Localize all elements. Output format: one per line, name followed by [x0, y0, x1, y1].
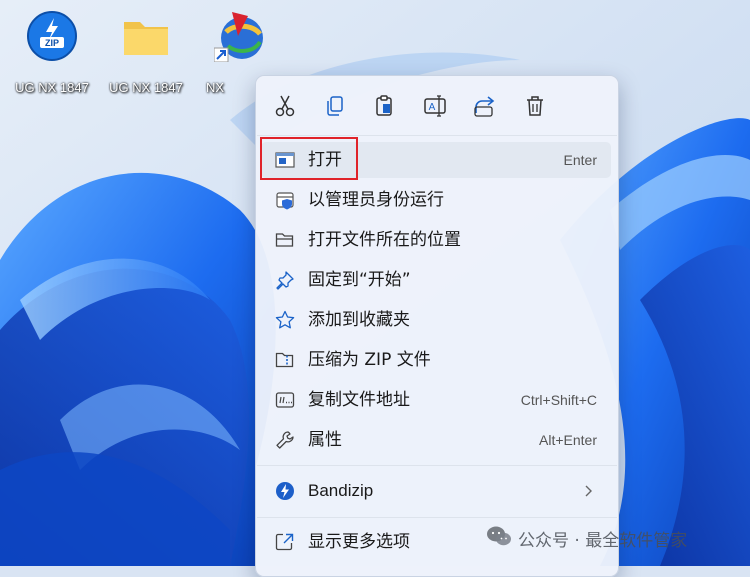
desktop-icon-label: UG NX 1847	[15, 80, 89, 95]
pin-icon	[276, 271, 294, 290]
menu-item-shortcut: Ctrl+Shift+C	[520, 392, 597, 408]
nx-app-shortcut-icon	[214, 12, 263, 62]
desktop-icon-zip[interactable]: ZIP UG NX 1847	[4, 8, 100, 95]
more-options-icon	[275, 533, 294, 551]
chevron-right-icon	[585, 485, 592, 497]
watermark: 公众号 · 最全软件管家	[486, 524, 736, 551]
menu-item-label: 固定到“开始”	[308, 270, 411, 290]
share-icon[interactable]	[472, 93, 498, 119]
menu-separator	[257, 517, 617, 518]
delete-icon[interactable]	[522, 93, 548, 119]
menu-item-label: 添加到收藏夹	[308, 310, 410, 330]
admin-shield-icon	[276, 192, 294, 210]
copy-icon[interactable]	[322, 93, 348, 119]
menu-item-open-file-location[interactable]: 打开文件所在的位置	[261, 222, 611, 258]
context-menu-toolbar: A	[256, 76, 618, 134]
folder-icon	[124, 22, 168, 55]
paste-icon[interactable]	[371, 93, 397, 119]
menu-item-label: 复制文件地址	[308, 390, 410, 410]
menu-item-copy-as-path[interactable]: 复制文件地址 Ctrl+Shift+C	[261, 382, 611, 418]
menu-item-label: 属性	[308, 430, 342, 450]
bandizip-icon	[276, 482, 294, 500]
rename-icon[interactable]: A	[422, 93, 448, 119]
svg-text:ZIP: ZIP	[45, 38, 59, 48]
folder-open-icon	[275, 233, 294, 247]
wrench-icon	[276, 431, 294, 449]
menu-item-compress-zip[interactable]: 压缩为 ZIP 文件	[261, 342, 611, 378]
watermark-text: 公众号 · 最全软件管家	[518, 531, 688, 551]
menu-item-label: Bandizip	[308, 481, 374, 500]
menu-item-bandizip[interactable]: Bandizip	[261, 473, 611, 509]
menu-item-add-to-favorites[interactable]: 添加到收藏夹	[261, 302, 611, 338]
menu-item-label: 以管理员身份运行	[308, 190, 444, 210]
copy-path-icon	[275, 392, 295, 408]
menu-item-shortcut: Enter	[563, 152, 597, 168]
menu-item-label: 显示更多选项	[308, 532, 410, 552]
wechat-icon	[487, 526, 511, 546]
star-icon	[275, 310, 295, 329]
menu-item-properties[interactable]: 属性 Alt+Enter	[261, 422, 611, 458]
zip-folder-icon	[275, 352, 294, 368]
highlight-box	[260, 137, 358, 180]
svg-text:A: A	[429, 102, 436, 113]
menu-item-shortcut: Alt+Enter	[539, 432, 597, 448]
menu-item-label: 打开文件所在的位置	[308, 230, 461, 250]
menu-separator	[257, 135, 617, 136]
menu-item-run-as-admin[interactable]: 以管理员身份运行	[261, 182, 611, 218]
desktop-icon-label: NX	[205, 80, 225, 95]
menu-item-label: 压缩为 ZIP 文件	[308, 350, 431, 370]
cut-icon[interactable]	[272, 93, 298, 119]
menu-item-pin-to-start[interactable]: 固定到“开始”	[261, 262, 611, 298]
zip-archive-icon: ZIP	[27, 11, 77, 61]
menu-separator	[257, 465, 617, 466]
